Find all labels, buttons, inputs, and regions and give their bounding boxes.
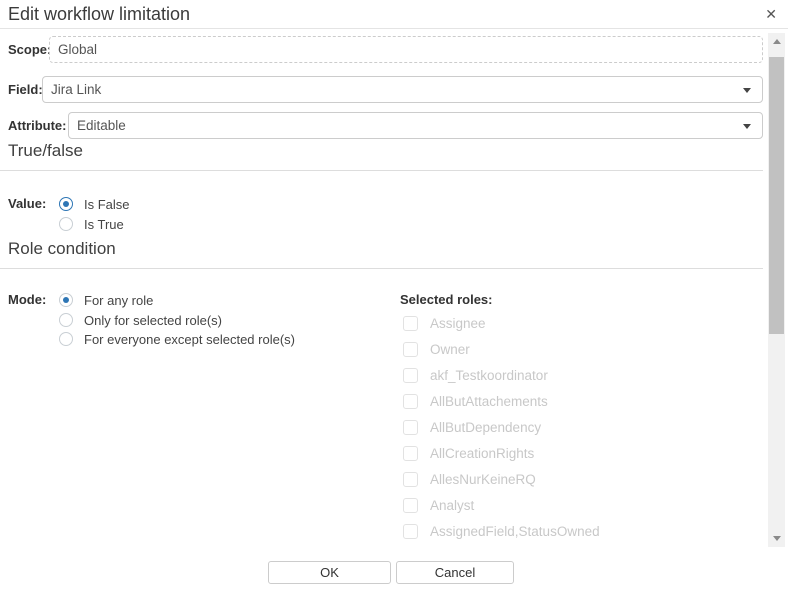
scrollbar-thumb[interactable] <box>769 57 784 334</box>
role-label: AssignedField,StatusOwned <box>430 524 600 539</box>
role-list-item: AllCreationRights <box>403 445 534 461</box>
page-title: Edit workflow limitation <box>8 4 190 25</box>
role-checkbox-assignee <box>403 316 418 331</box>
radio-row-is-false: Is False <box>59 196 130 212</box>
role-list-item: AllesNurKeineRQ <box>403 471 536 487</box>
radio-row-everyone-except-selected: For everyone except selected role(s) <box>59 331 295 347</box>
selected-roles-label: Selected roles: <box>400 292 493 308</box>
role-list-item: AllButDependency <box>403 419 541 435</box>
radio-row-only-selected-roles: Only for selected role(s) <box>59 312 222 328</box>
arrow-down-icon <box>773 536 781 541</box>
role-list-item: akf_Testkoordinator <box>403 367 548 383</box>
role-label: akf_Testkoordinator <box>430 368 548 383</box>
is-false-radio-label[interactable]: Is False <box>84 197 130 212</box>
role-label: Assignee <box>430 316 486 331</box>
role-checkbox-allbutdependency <box>403 420 418 435</box>
role-label: Owner <box>430 342 470 357</box>
for-any-role-radio[interactable] <box>59 293 73 307</box>
role-label: AllCreationRights <box>430 446 534 461</box>
role-label: Analyst <box>430 498 474 513</box>
field-label: Field: <box>8 76 43 103</box>
true-false-section-header: True/false <box>0 141 763 171</box>
role-checkbox-allesnurkeinerq <box>403 472 418 487</box>
mode-label: Mode: <box>8 292 46 308</box>
is-true-radio-label[interactable]: Is True <box>84 217 124 232</box>
everyone-except-selected-radio[interactable] <box>59 332 73 346</box>
scroll-down-button[interactable] <box>768 530 785 547</box>
role-label: AllesNurKeineRQ <box>430 472 536 487</box>
role-label: AllButAttachements <box>430 394 548 409</box>
field-value: Jira Link <box>51 82 101 97</box>
only-selected-roles-radio[interactable] <box>59 313 73 327</box>
dialog-header: Edit workflow limitation ✕ <box>0 0 788 29</box>
attribute-value: Editable <box>77 118 126 133</box>
role-checkbox-owner <box>403 342 418 357</box>
everyone-except-selected-radio-label[interactable]: For everyone except selected role(s) <box>84 332 295 347</box>
chevron-down-icon <box>743 88 751 93</box>
role-checkbox-allcreationrights <box>403 446 418 461</box>
true-false-section-title: True/false <box>0 141 763 161</box>
scope-label: Scope: <box>8 36 51 63</box>
role-label: AllButDependency <box>430 420 541 435</box>
chevron-down-icon <box>743 124 751 129</box>
edit-workflow-limitation-dialog: Edit workflow limitation ✕ Scope: Global… <box>0 0 788 592</box>
only-selected-roles-radio-label[interactable]: Only for selected role(s) <box>84 313 222 328</box>
role-list-item: AssignedField,StatusOwned <box>403 523 600 539</box>
role-list-item: Analyst <box>403 497 474 513</box>
scope-value: Global <box>58 42 97 57</box>
radio-row-is-true: Is True <box>59 216 124 232</box>
role-list-item: Owner <box>403 341 470 357</box>
is-false-radio[interactable] <box>59 197 73 211</box>
attribute-label: Attribute: <box>8 112 67 139</box>
for-any-role-radio-label[interactable]: For any role <box>84 293 153 308</box>
ok-button[interactable]: OK <box>268 561 391 584</box>
role-checkbox-analyst <box>403 498 418 513</box>
vertical-scrollbar[interactable] <box>768 33 785 547</box>
role-checkbox-assignedfield-statusowned <box>403 524 418 539</box>
attribute-dropdown[interactable]: Editable <box>68 112 763 139</box>
role-condition-section-title: Role condition <box>0 239 763 259</box>
scroll-up-button[interactable] <box>768 33 785 50</box>
role-list-item: Assignee <box>403 315 486 331</box>
role-condition-section-header: Role condition <box>0 239 763 269</box>
role-checkbox-allbutattachements <box>403 394 418 409</box>
cancel-button[interactable]: Cancel <box>396 561 514 584</box>
role-list-item: AllButAttachements <box>403 393 548 409</box>
field-dropdown[interactable]: Jira Link <box>42 76 763 103</box>
radio-row-for-any-role: For any role <box>59 292 153 308</box>
is-true-radio[interactable] <box>59 217 73 231</box>
scope-field[interactable]: Global <box>49 36 763 63</box>
value-label: Value: <box>8 196 46 212</box>
arrow-up-icon <box>773 39 781 44</box>
role-checkbox-akf-testkoordinator <box>403 368 418 383</box>
close-icon[interactable]: ✕ <box>765 5 777 23</box>
